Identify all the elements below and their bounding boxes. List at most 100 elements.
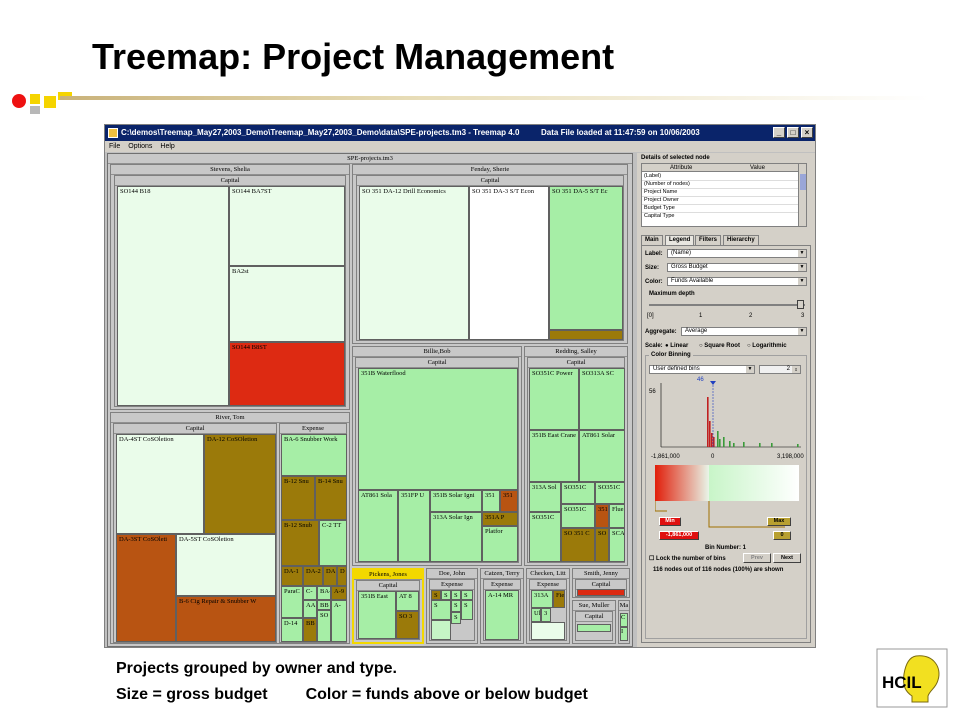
budget-type-expense[interactable]: Expense A-14 MR: [483, 579, 521, 641]
minimize-icon[interactable]: _: [773, 127, 785, 138]
project-cell[interactable]: SO144 BA7ST: [229, 186, 345, 266]
treemap-view[interactable]: SPE-projects.tm3 Stevens, Shelia Capital…: [107, 153, 633, 647]
bins-spinner[interactable]: 2 ⇕: [759, 365, 801, 374]
project-cell[interactable]: 351B East: [358, 591, 396, 639]
project-cell[interactable]: SO 351 DA-12 Drill Economics: [359, 186, 469, 340]
project-cell[interactable]: DA-5ST CoSOletion: [176, 534, 276, 596]
project-cell[interactable]: B-6 Cig Repair & Snubber W: [176, 596, 276, 642]
project-cell[interactable]: DA: [323, 566, 337, 586]
project-cell[interactable]: SCA: [609, 528, 625, 562]
project-cell[interactable]: 3: [541, 608, 551, 622]
project-cell[interactable]: SO144 B8ST: [229, 342, 345, 406]
budget-type-expense[interactable]: Expense 313A Fiel Ul 3: [529, 579, 567, 641]
project-cell[interactable]: SO 351 DA-3 S/T Econ: [469, 186, 549, 340]
group-river[interactable]: River, Tom Capital DA-4ST CoSOletion DA-…: [110, 412, 350, 644]
project-cell[interactable]: C: [620, 613, 628, 627]
project-cell[interactable]: [577, 589, 625, 596]
details-row[interactable]: (Label): [642, 173, 798, 181]
project-cell[interactable]: DA-12 CoSOletion: [204, 434, 276, 534]
max-button[interactable]: Max: [767, 517, 791, 526]
prev-button[interactable]: Prev: [743, 553, 771, 563]
project-cell[interactable]: 313A: [531, 590, 553, 608]
group-billie[interactable]: Billie,Bob Capital 351B Waterflood AT861…: [352, 346, 522, 566]
color-select[interactable]: Funds Available ▼: [667, 277, 807, 286]
project-cell[interactable]: 313A Sol: [529, 482, 561, 512]
group-checken[interactable]: Checken, Litt Expense 313A Fiel Ul 3: [526, 568, 570, 644]
scale-linear-radio[interactable]: ● Linear: [665, 343, 688, 349]
details-table[interactable]: Attribute Value (Label) (Number of nodes…: [641, 163, 807, 227]
project-cell[interactable]: 351: [500, 490, 518, 512]
project-cell[interactable]: SO 351 C: [561, 528, 595, 562]
tab-legend[interactable]: Legend: [665, 235, 695, 245]
project-cell[interactable]: SO: [595, 528, 609, 562]
project-cell[interactable]: C-: [303, 586, 317, 600]
project-cell[interactable]: SO351C: [595, 482, 625, 504]
project-cell[interactable]: SO 351 DA-5 S/T Ec: [549, 186, 623, 330]
min-button[interactable]: Min: [659, 517, 681, 526]
project-cell[interactable]: SO351C: [529, 512, 561, 562]
tab-main[interactable]: Main: [641, 235, 663, 245]
project-cell[interactable]: 351FP U: [398, 490, 430, 562]
project-cell[interactable]: B-14 Snu: [315, 476, 347, 520]
group-ma[interactable]: Ma C I: [618, 600, 630, 644]
details-row[interactable]: Project Name: [642, 189, 798, 197]
project-cell[interactable]: 351: [595, 504, 609, 528]
group-stevens[interactable]: Stevens, Shelia Capital SO144 B18 SO144 …: [110, 164, 350, 410]
max-value-field[interactable]: 0: [773, 531, 791, 540]
project-cell[interactable]: 351B East Crane: [529, 430, 579, 482]
project-cell[interactable]: ParaC: [281, 586, 303, 618]
window-title-bar[interactable]: C:\demos\Treemap_May27,2003_Demo\Treemap…: [105, 125, 815, 141]
group-doe[interactable]: Doe, John Expense S S S S S S S S: [426, 568, 478, 644]
project-cell[interactable]: DA-2: [303, 566, 323, 586]
project-cell[interactable]: Flue: [609, 504, 625, 528]
project-cell[interactable]: [549, 330, 623, 340]
project-cell[interactable]: BB: [317, 600, 331, 610]
project-cell[interactable]: 313A Solar Ign: [430, 512, 482, 562]
project-cell[interactable]: AT861 Solar: [579, 430, 625, 482]
details-row[interactable]: Budget Type: [642, 205, 798, 213]
menu-options[interactable]: Options: [124, 141, 156, 152]
histogram[interactable]: [647, 377, 805, 461]
budget-type-capital[interactable]: Capital SO144 B18 SO144 BA7ST BA2st SO14…: [114, 175, 346, 407]
project-cell[interactable]: [577, 624, 611, 632]
project-cell[interactable]: S: [431, 590, 441, 600]
budget-type-capital[interactable]: Capital: [575, 579, 627, 597]
project-cell[interactable]: DA-3ST CoSOleti: [116, 534, 176, 642]
project-cell[interactable]: S: [451, 612, 461, 624]
bins-select[interactable]: User defined bins ▼: [649, 365, 755, 374]
budget-type-capital[interactable]: Capital DA-4ST CoSOletion DA-12 CoSOleti…: [113, 423, 277, 643]
project-cell[interactable]: DA-1: [281, 566, 303, 586]
project-cell[interactable]: 351B Solar Igni: [430, 490, 482, 512]
budget-type-capital[interactable]: Capital SO351C Power SO313A SC 351B East…: [527, 357, 625, 563]
project-cell[interactable]: I: [620, 627, 628, 641]
project-cell[interactable]: AT 8: [396, 591, 419, 611]
project-cell[interactable]: 351: [482, 490, 500, 512]
group-fenday[interactable]: Fenday, Sherie Capital SO 351 DA-12 Dril…: [352, 164, 628, 344]
project-cell[interactable]: [531, 622, 565, 640]
project-cell[interactable]: SO: [317, 610, 331, 642]
scroll-thumb[interactable]: [800, 174, 806, 190]
project-cell[interactable]: Ul: [531, 608, 541, 622]
project-cell[interactable]: Platfor: [482, 526, 518, 562]
project-cell[interactable]: SO 3: [396, 611, 419, 639]
details-row[interactable]: (Number of nodes): [642, 181, 798, 189]
close-icon[interactable]: ×: [801, 127, 813, 138]
project-cell[interactable]: BB: [303, 618, 317, 642]
project-cell[interactable]: D: [337, 566, 347, 586]
project-cell[interactable]: SO144 B18: [117, 186, 229, 406]
project-cell[interactable]: 351B Waterflood: [358, 368, 518, 490]
size-select[interactable]: Gross Budget ▼: [667, 263, 807, 272]
min-value-field[interactable]: -1,861,000: [659, 531, 699, 540]
menu-help[interactable]: Help: [156, 141, 178, 152]
scale-sqrt-radio[interactable]: ○ Square Root: [699, 343, 740, 349]
project-cell[interactable]: BA2st: [229, 266, 345, 342]
depth-slider-thumb[interactable]: [797, 300, 804, 309]
project-cell[interactable]: 351A P: [482, 512, 518, 526]
project-cell[interactable]: AA: [303, 600, 317, 618]
project-cell[interactable]: A-9: [331, 586, 347, 600]
project-cell[interactable]: B-12 Snub: [281, 520, 319, 566]
budget-type-capital[interactable]: Capital SO 351 DA-12 Drill Economics SO …: [356, 175, 624, 341]
budget-type-expense[interactable]: Expense S S S S S S S S: [429, 579, 475, 641]
details-row[interactable]: Capital Type: [642, 213, 798, 220]
project-cell[interactable]: B-12 Snu: [281, 476, 315, 520]
